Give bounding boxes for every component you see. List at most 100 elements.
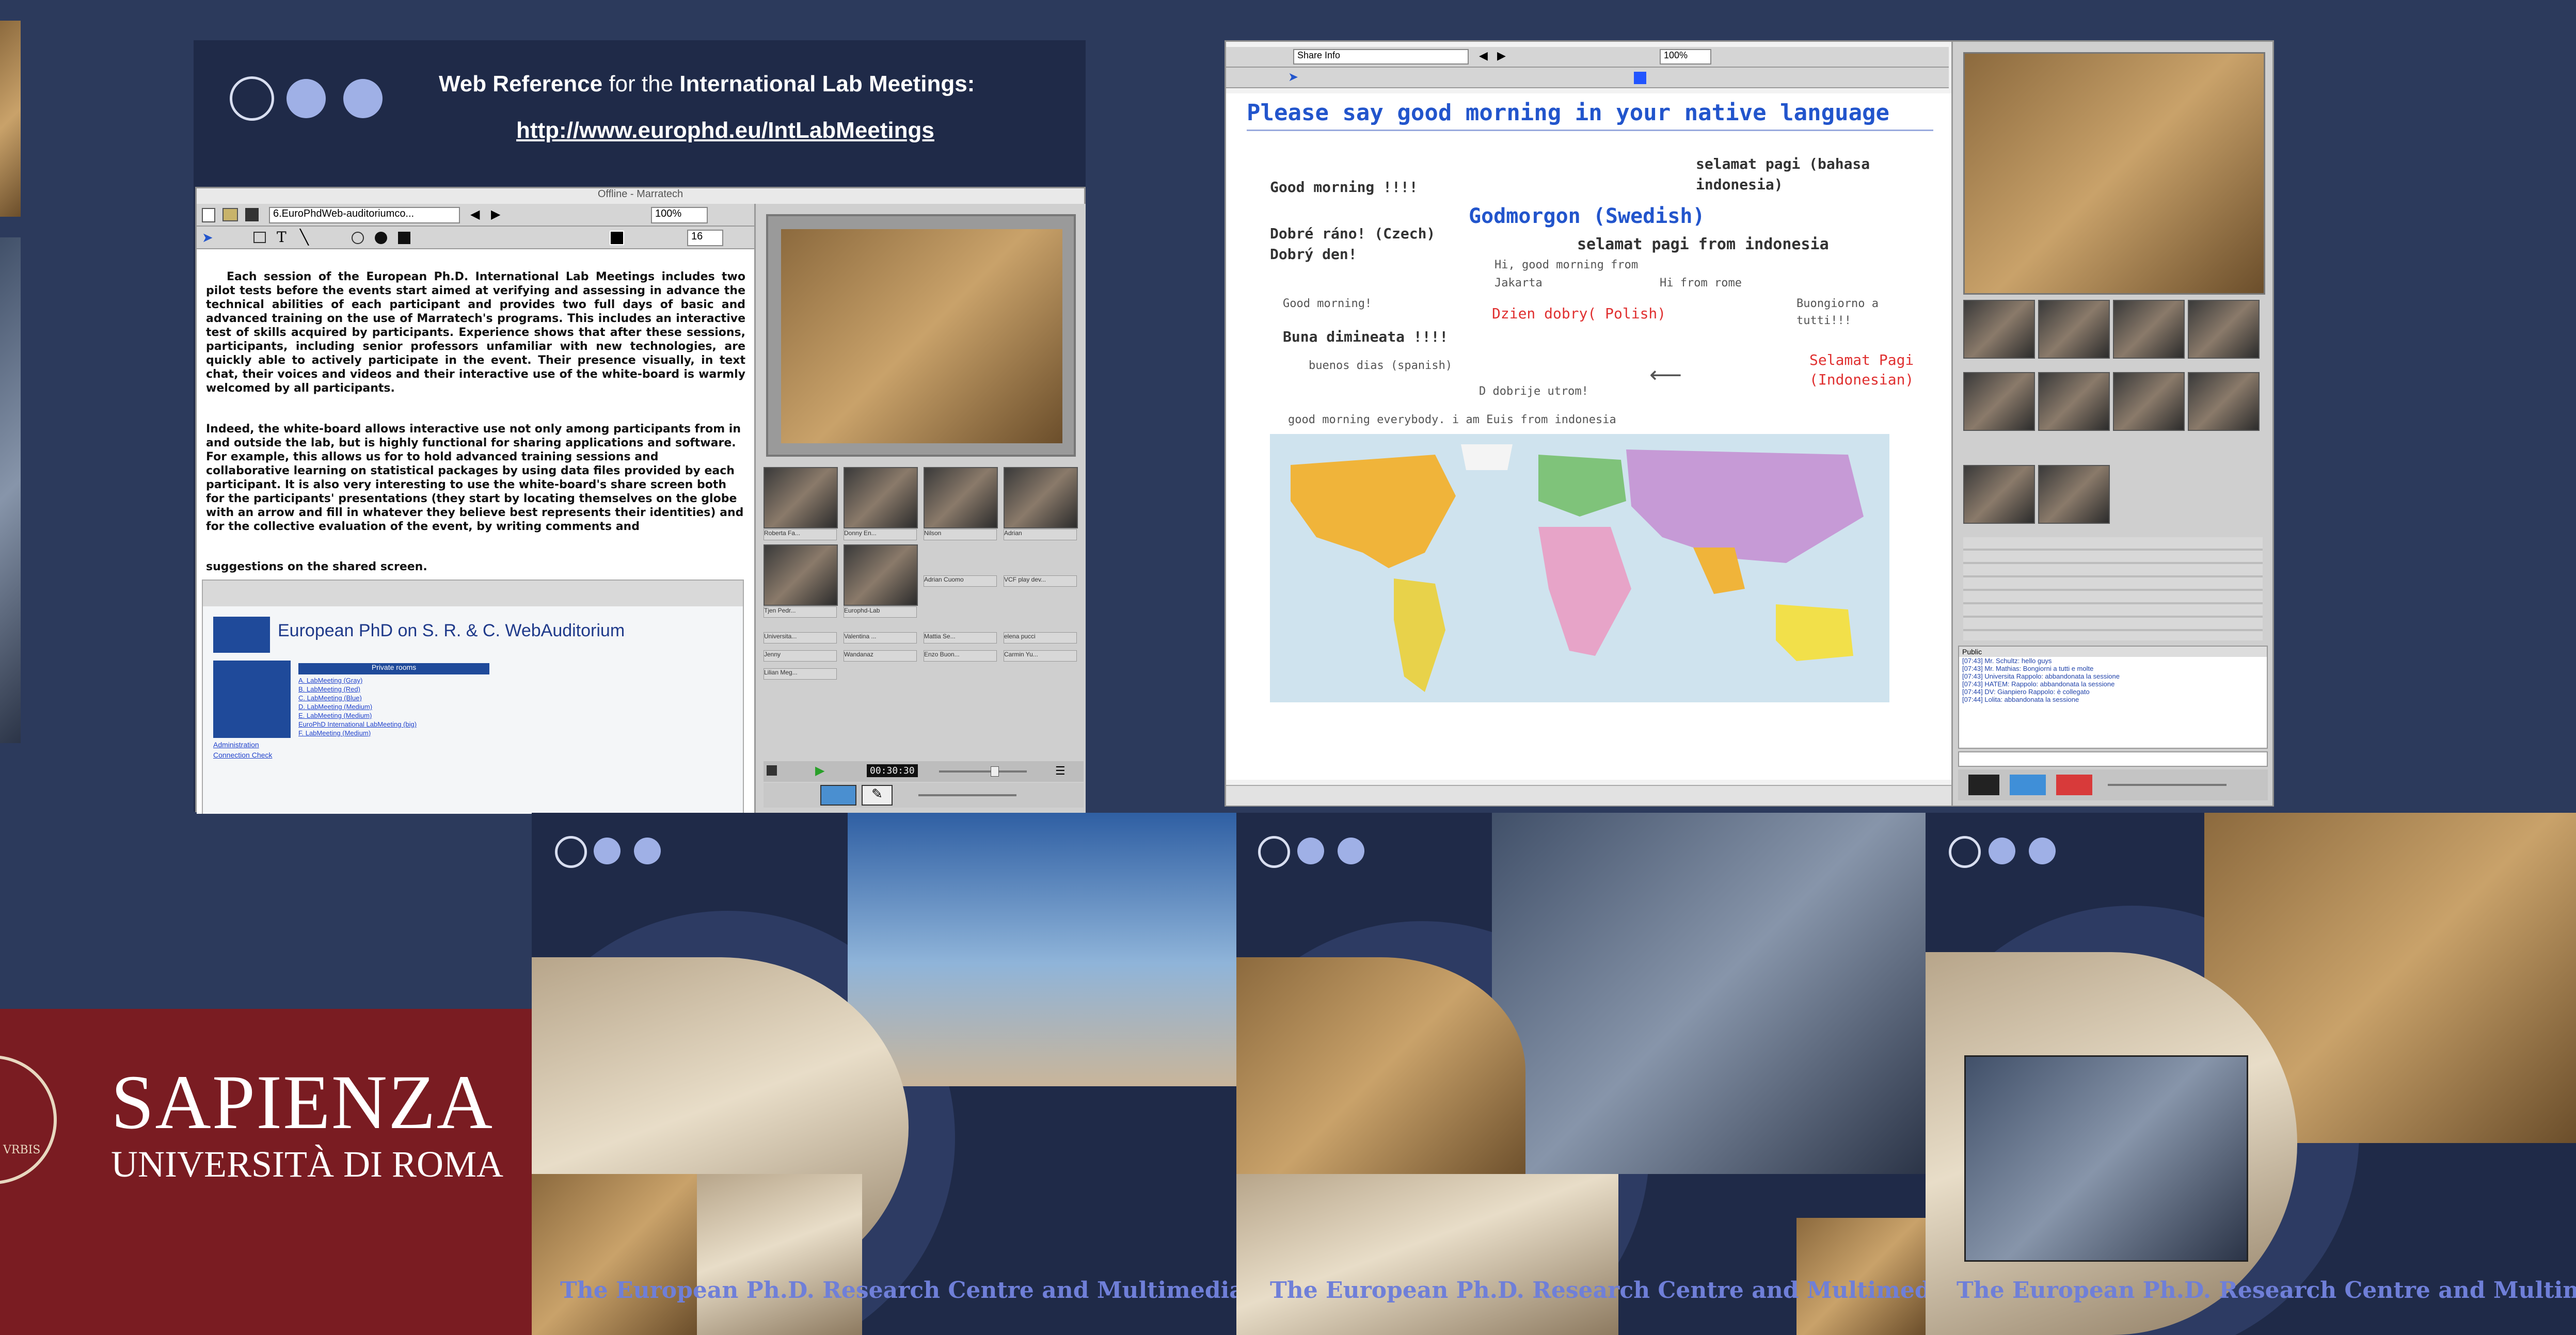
participant-name[interactable]: Universita...: [764, 632, 837, 644]
participant-name[interactable]: Carmin Yu...: [1004, 650, 1077, 662]
chat-line: [07:44] DV: Gianpiero Rappolo: è collega…: [1962, 688, 2090, 696]
chat-input[interactable]: [1958, 751, 2268, 767]
document-select[interactable]: 6.EuroPhdWeb-auditoriumco...: [269, 207, 460, 223]
seal-text: VRBIS: [3, 1144, 41, 1156]
monitor-icon[interactable]: [1968, 775, 1999, 795]
admin-link[interactable]: Administration: [213, 741, 259, 749]
mic-icon[interactable]: [2056, 775, 2092, 795]
participant-name[interactable]: Wandanaz: [844, 650, 917, 662]
participant-video[interactable]: [1963, 372, 2035, 431]
new-doc-icon[interactable]: [202, 208, 215, 222]
participant-video[interactable]: [2038, 300, 2110, 359]
whiteboard-document[interactable]: Each session of the European Ph.D. Inter…: [197, 249, 754, 814]
participant-name[interactable]: Valentina ...: [844, 632, 917, 644]
participant-name[interactable]: Lilian Meg...: [764, 668, 837, 680]
participant-video[interactable]: [2188, 372, 2260, 431]
filled-rect-tool-icon[interactable]: [398, 232, 410, 244]
zoom-select[interactable]: 100%: [1660, 49, 1711, 65]
participant-video[interactable]: [924, 467, 998, 528]
line-tool-icon[interactable]: ╲: [300, 229, 309, 246]
filled-dot-icon: [343, 79, 383, 118]
camera-icon[interactable]: [820, 785, 856, 806]
room-link[interactable]: EuroPhD International LabMeeting (big): [298, 720, 489, 729]
participant-name[interactable]: Europhd-Lab: [844, 606, 917, 618]
pointer-tool-icon[interactable]: ➤: [1288, 70, 1298, 85]
zoom-select[interactable]: 100%: [651, 207, 708, 223]
timer: 00:30:30: [867, 764, 918, 777]
rectangle-tool-icon[interactable]: [253, 232, 266, 243]
stop-icon[interactable]: [767, 765, 777, 776]
participant-name[interactable]: VCF play dev...: [1004, 575, 1077, 587]
participant-video[interactable]: [844, 544, 918, 606]
greeting-text: Dobré ráno! (Czech): [1270, 225, 1436, 242]
greeting-text: Dobrý den!: [1270, 246, 1357, 263]
participant-name[interactable]: Jenny: [764, 650, 837, 662]
participants-pane: Roberta Fa... Donny En... Nilson Adrian …: [754, 204, 1086, 813]
text-tool-icon[interactable]: T: [277, 229, 287, 246]
room-link[interactable]: F. LabMeeting (Medium): [298, 729, 489, 737]
whiteboard-canvas[interactable]: Please say good morning in your native l…: [1226, 93, 1951, 780]
prev-page-icon[interactable]: ◀: [470, 207, 480, 222]
participant-video[interactable]: [844, 467, 918, 528]
participant-name[interactable]: Roberta Fa...: [764, 529, 837, 540]
participant-video[interactable]: [1004, 467, 1078, 528]
left-edge-photo-bottom: [0, 237, 21, 743]
mic-level-slider[interactable]: [918, 794, 1016, 796]
prev-page-icon[interactable]: ◀: [1479, 49, 1488, 62]
room-link[interactable]: E. LabMeeting (Medium): [298, 711, 489, 720]
connection-check-link[interactable]: Connection Check: [213, 751, 272, 759]
stairway-photo: [848, 813, 1236, 1086]
participant-name[interactable]: Adrian Cuomo: [924, 575, 997, 587]
participant-name[interactable]: Adrian: [1004, 529, 1077, 540]
open-icon[interactable]: [222, 208, 238, 221]
participant-name[interactable]: elena pucci: [1004, 632, 1077, 644]
color-swatch-icon[interactable]: [1634, 72, 1646, 84]
web-reference-url[interactable]: http://www.europhd.eu/IntLabMeetings: [516, 118, 934, 143]
save-icon[interactable]: [245, 208, 259, 221]
outline-dot-icon: [230, 76, 274, 121]
list-icon[interactable]: ☰: [1055, 764, 1066, 778]
filled-ellipse-tool-icon[interactable]: [375, 232, 387, 244]
whiteboard-description-end: suggestions on the shared screen.: [206, 560, 427, 573]
room-link[interactable]: D. LabMeeting (Medium): [298, 702, 489, 711]
whiteboard-toolbar: 6.EuroPhdWeb-auditoriumco... ◀ ▶ 100%: [197, 204, 754, 227]
camera-icon[interactable]: [2010, 775, 2046, 795]
document-select[interactable]: Share Info: [1293, 49, 1469, 65]
participant-video[interactable]: [1963, 465, 2035, 524]
greeting-text: Good morning!: [1283, 297, 1372, 310]
next-page-icon[interactable]: ▶: [491, 207, 500, 222]
pen-size-select[interactable]: 16: [687, 230, 723, 246]
panel-footer-text: The European Ph.D. Research Centre and M…: [560, 1277, 1236, 1304]
room-link[interactable]: A. LabMeeting (Gray): [298, 676, 489, 685]
greeting-text: selamat pagi from indonesia: [1577, 235, 1829, 253]
participant-video[interactable]: [2038, 465, 2110, 524]
participant-name[interactable]: Tjen Pedr...: [764, 606, 837, 618]
greeting-text: Selamat Pagi: [1809, 351, 1914, 368]
color-swatch-icon[interactable]: [610, 231, 624, 245]
ellipse-tool-icon[interactable]: [352, 232, 364, 244]
participant-video[interactable]: [2038, 372, 2110, 431]
lab-panel-1: The European Ph.D. Research Centre and M…: [532, 813, 1236, 1335]
participant-video[interactable]: [2188, 300, 2260, 359]
volume-slider[interactable]: [2108, 784, 2227, 786]
room-link[interactable]: C. LabMeeting (Blue): [298, 694, 489, 702]
participant-video[interactable]: [2113, 372, 2185, 431]
pointer-tool-icon[interactable]: ➤: [202, 230, 213, 246]
participant-name[interactable]: Nilson: [924, 529, 997, 540]
participant-grid: Roberta Fa... Donny En... Nilson Adrian …: [764, 467, 1084, 756]
lab-panel-3: The European Ph.D. Research Centre and M…: [1926, 813, 2576, 1335]
volume-slider-handle[interactable]: [991, 766, 999, 777]
participant-name[interactable]: Mattia Se...: [924, 632, 997, 644]
room-link[interactable]: B. LabMeeting (Red): [298, 685, 489, 694]
participant-name[interactable]: Donny En...: [844, 529, 917, 540]
participant-video[interactable]: [764, 467, 838, 528]
participant-video[interactable]: [1963, 300, 2035, 359]
play-icon[interactable]: ▶: [815, 763, 824, 778]
volume-slider[interactable]: [939, 770, 1027, 773]
next-page-icon[interactable]: ▶: [1497, 49, 1506, 62]
participant-video[interactable]: [2113, 300, 2185, 359]
participant-video[interactable]: [764, 544, 838, 606]
participant-name[interactable]: Enzo Buon...: [924, 650, 997, 662]
chat-line: [07:43] Mr. Schultz: hello guys: [1962, 657, 2052, 665]
pen-icon[interactable]: ✎: [862, 785, 893, 806]
